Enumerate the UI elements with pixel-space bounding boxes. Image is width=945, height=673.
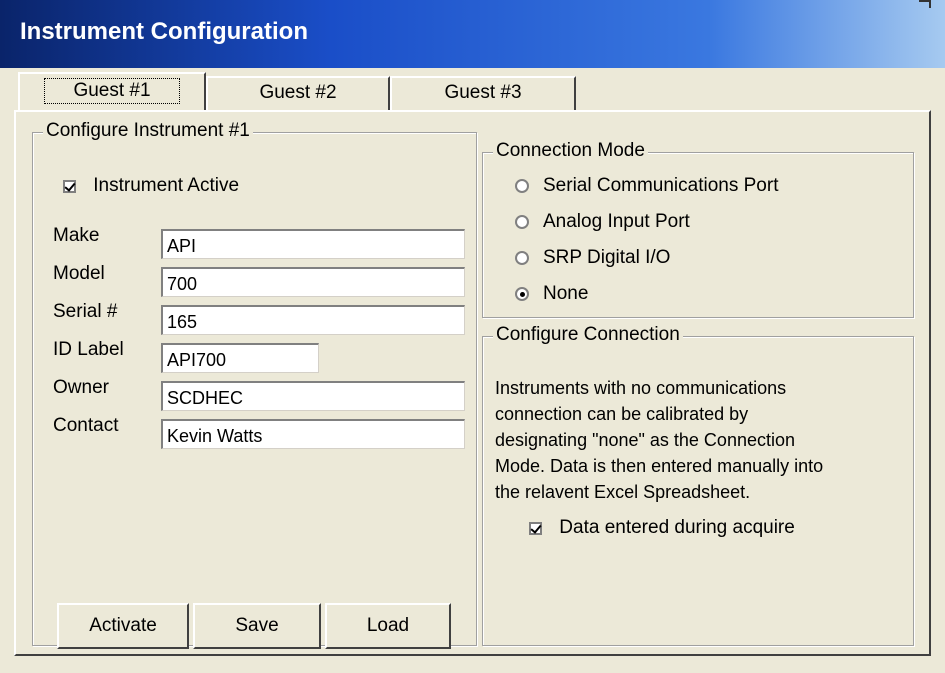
make-label: Make — [53, 225, 100, 246]
radio-none[interactable]: None — [515, 283, 588, 305]
data-entered-checkbox[interactable]: Data entered during acquire — [529, 517, 795, 539]
radio-srp-digital[interactable]: SRP Digital I/O — [515, 247, 670, 269]
description-line: designating "none" as the Connection — [495, 430, 795, 450]
make-field[interactable]: API — [161, 229, 465, 259]
activate-button[interactable]: Activate — [57, 603, 189, 649]
load-button[interactable]: Load — [325, 603, 451, 649]
id-label-label: ID Label — [53, 339, 124, 360]
tab-label: Guest #3 — [444, 82, 522, 103]
tab-label: Guest #2 — [259, 82, 337, 103]
instrument-active-label: Instrument Active — [93, 175, 240, 196]
radio-label: Analog Input Port — [543, 211, 690, 232]
model-field[interactable]: 700 — [161, 267, 465, 297]
owner-field[interactable]: SCDHEC — [161, 381, 465, 411]
model-label: Model — [53, 263, 105, 284]
corner-mark-icon — [919, 0, 931, 8]
owner-label: Owner — [53, 377, 109, 398]
checkbox-icon[interactable] — [63, 179, 76, 193]
tab-guest-2[interactable]: Guest #2 — [206, 76, 390, 110]
serial-field[interactable]: 165 — [161, 305, 465, 335]
contact-label: Contact — [53, 415, 119, 436]
radio-icon[interactable] — [515, 215, 529, 229]
tab-label: Guest #1 — [44, 78, 180, 104]
id-label-field[interactable]: API700 — [161, 343, 319, 373]
window-title: Instrument Configuration — [20, 18, 308, 45]
tab-guest-1[interactable]: Guest #1 — [18, 72, 206, 110]
instrument-active-checkbox[interactable]: Instrument Active — [63, 175, 239, 197]
connection-mode-group: Connection Mode Serial Communications Po… — [482, 140, 914, 318]
group-label: Connection Mode — [493, 140, 648, 162]
group-label: Configure Connection — [493, 324, 683, 346]
radio-label: Serial Communications Port — [543, 175, 779, 196]
tab-panel: Configure Instrument #1 Instrument Activ… — [14, 110, 931, 656]
description-line: Instruments with no communications — [495, 378, 787, 398]
description-line: the relavent Excel Spreadsheet. — [495, 482, 751, 502]
group-label: Configure Instrument #1 — [43, 120, 253, 142]
data-entered-label: Data entered during acquire — [559, 517, 795, 538]
save-button[interactable]: Save — [193, 603, 321, 649]
description-line: Mode. Data is then entered manually into — [495, 456, 824, 476]
connection-description: Instruments with no communications conne… — [495, 375, 823, 505]
radio-icon[interactable] — [515, 251, 529, 265]
configure-connection-group: Configure Connection Instruments with no… — [482, 324, 914, 646]
description-line: connection can be calibrated by — [495, 404, 749, 424]
checkbox-icon[interactable] — [529, 521, 542, 535]
contact-field[interactable]: Kevin Watts — [161, 419, 465, 449]
configure-instrument-group: Configure Instrument #1 Instrument Activ… — [32, 120, 477, 649]
radio-label: None — [543, 283, 589, 304]
radio-label: SRP Digital I/O — [543, 247, 671, 268]
title-bar: Instrument Configuration — [0, 0, 945, 68]
radio-analog-port[interactable]: Analog Input Port — [515, 211, 690, 233]
radio-icon[interactable] — [515, 179, 529, 193]
serial-label: Serial # — [53, 301, 118, 322]
radio-serial-port[interactable]: Serial Communications Port — [515, 175, 778, 197]
tab-guest-3[interactable]: Guest #3 — [390, 76, 576, 110]
radio-icon[interactable] — [515, 287, 529, 301]
